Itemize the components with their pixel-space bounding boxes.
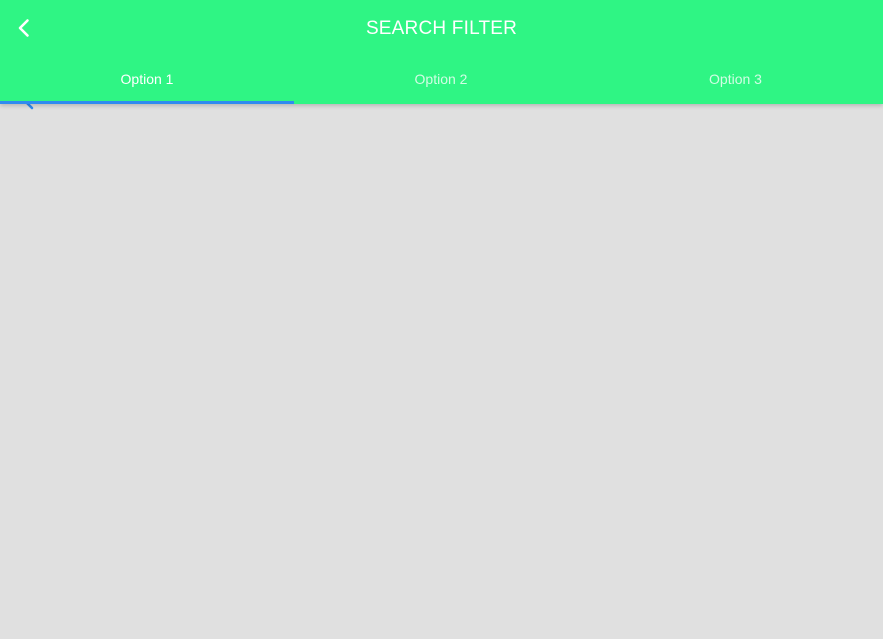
tab-bar: Option 1 Option 2 Option 3 xyxy=(0,56,883,104)
toolbar: SEARCH FILTER xyxy=(0,0,883,56)
tab-label: Option 1 xyxy=(120,71,174,87)
tab-label: Option 2 xyxy=(414,71,468,87)
page-title: SEARCH FILTER xyxy=(365,18,518,39)
app-screen: SEARCH FILTER Option 1 Option 2 Option 3 xyxy=(0,0,883,639)
tab-option-3[interactable]: Option 3 xyxy=(588,56,883,104)
tab-option-2[interactable]: Option 2 xyxy=(294,56,588,104)
chevron-left-icon xyxy=(18,19,29,37)
tab-content-area xyxy=(0,104,883,639)
back-button[interactable] xyxy=(4,8,44,48)
app-bar: SEARCH FILTER Option 1 Option 2 Option 3 xyxy=(0,0,883,104)
tab-label: Option 3 xyxy=(709,71,762,87)
tab-option-1[interactable]: Option 1 xyxy=(0,56,294,104)
active-tab-indicator xyxy=(0,101,294,104)
